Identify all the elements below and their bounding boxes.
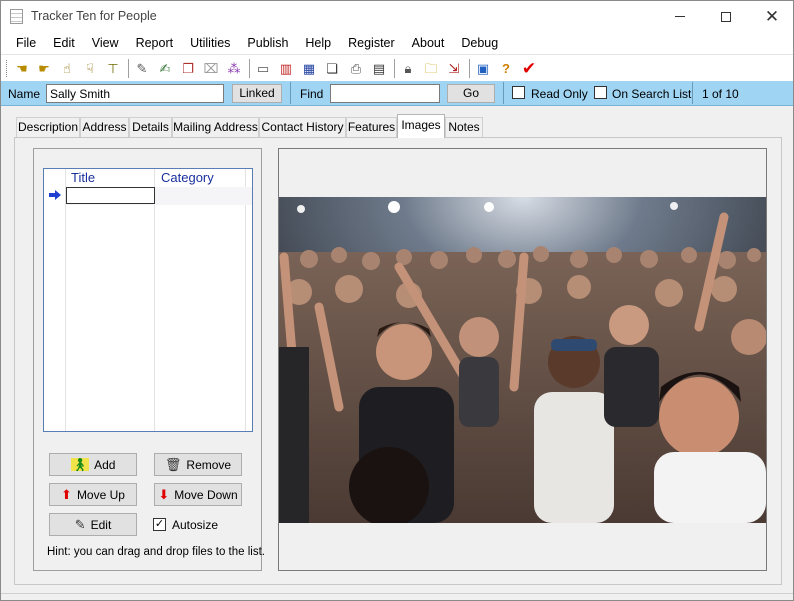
linked-button[interactable]: Linked (232, 84, 282, 103)
name-label: Name (8, 87, 41, 101)
menu-view[interactable]: View (84, 32, 128, 54)
lock-icon[interactable]: 🔒︎ (399, 60, 417, 77)
column-header-category[interactable]: Category (161, 170, 214, 185)
title-bar: Tracker Ten for People ✕ (1, 1, 793, 32)
delete-record-icon[interactable]: ⌧ (202, 60, 220, 77)
record-position: 1 of 10 (702, 87, 739, 101)
grid-header: Title Category (44, 169, 252, 187)
image-list-grid[interactable]: Title Category (43, 168, 253, 432)
menu-bar: File Edit View Report Utilities Publish … (1, 32, 793, 54)
app-notebook-icon (10, 9, 23, 24)
find-input[interactable] (330, 84, 440, 103)
form-icon[interactable]: ✍ (156, 60, 174, 77)
calculator-icon[interactable]: ▣ (474, 60, 492, 77)
hand-up-icon[interactable]: ☝ (58, 60, 76, 77)
print-icon[interactable]: ▤ (370, 60, 388, 77)
drag-drop-hint: Hint: you can drag and drop files to the… (47, 546, 265, 558)
crowd-photo[interactable] (279, 197, 766, 523)
tab-contact-history[interactable]: Contact History (259, 117, 346, 137)
menu-register[interactable]: Register (340, 32, 404, 54)
go-button[interactable]: Go (447, 84, 495, 103)
autosize-label: Autosize (172, 518, 219, 532)
tab-address[interactable]: Address (80, 117, 129, 137)
stamp-icon[interactable]: ⊤ (104, 60, 122, 77)
on-search-list-checkbox[interactable] (594, 86, 607, 99)
close-icon: ✕ (764, 7, 780, 26)
read-only-label: Read Only (531, 87, 588, 101)
title-cell-editor[interactable] (66, 187, 155, 204)
pointing-hand-right-icon[interactable]: ☛ (35, 60, 53, 77)
app-window: Tracker Ten for People ✕ File Edit View … (0, 0, 794, 601)
toolbar-grip[interactable] (6, 60, 9, 77)
menu-utilities[interactable]: Utilities (182, 32, 239, 54)
pages-icon[interactable]: ❏ (323, 60, 341, 77)
copy-record-icon[interactable]: ❐ (179, 60, 197, 77)
remove-button[interactable]: 🗑︎ Remove (154, 453, 242, 476)
column-header-title[interactable]: Title (71, 170, 95, 185)
menu-debug[interactable]: Debug (453, 32, 507, 54)
open-folder-icon[interactable]: ▭ (254, 60, 272, 77)
export-icon[interactable]: ⇲ (445, 60, 463, 77)
check-icon[interactable]: ✔ (520, 60, 538, 77)
table-view-icon[interactable]: ▦ (300, 60, 318, 77)
folder-icon[interactable]: 🗀 (422, 60, 440, 77)
menu-edit[interactable]: Edit (45, 32, 84, 54)
arrow-up-icon: ⬆ (61, 487, 72, 502)
minimize-button[interactable] (657, 1, 703, 32)
tab-mailing-address[interactable]: Mailing Address (172, 117, 259, 137)
trash-icon: 🗑︎ (164, 457, 182, 472)
tab-details[interactable]: Details (129, 117, 172, 137)
maximize-icon (721, 11, 731, 22)
search-bar: Name Linked Find Go Read Only On Search … (1, 81, 793, 106)
edit-page-icon[interactable]: ✎ (133, 60, 151, 77)
menu-file[interactable]: File (8, 32, 45, 54)
edit-button[interactable]: ✎ Edit (49, 513, 137, 536)
toolbar: ☚ ☛ ☝ ☟ ⊤ ✎ ✍ ❐ ⌧ ⁂ ▭ ▥ ▦ ❏ ⎙ ▤ 🔒︎ 🗀 ⇲ ▣… (1, 54, 793, 81)
close-button[interactable]: ✕ (749, 1, 793, 32)
menu-about[interactable]: About (404, 32, 454, 54)
pointing-hand-left-icon[interactable]: ☚ (13, 60, 31, 77)
menu-help[interactable]: Help (297, 32, 340, 54)
move-up-button[interactable]: ⬆ Move Up (49, 483, 137, 506)
edit-page-icon: ✎ (74, 517, 86, 532)
tab-features[interactable]: Features (346, 117, 397, 137)
menu-report[interactable]: Report (128, 32, 183, 54)
walking-figure-icon: 🚶︎ (70, 457, 90, 472)
current-row-arrow-icon (49, 190, 61, 200)
on-search-list-label: On Search List (612, 87, 692, 101)
read-only-checkbox[interactable] (512, 86, 525, 99)
tab-images[interactable]: Images (397, 114, 445, 138)
maximize-button[interactable] (703, 1, 749, 32)
tab-description[interactable]: Description (16, 117, 80, 137)
help-icon[interactable]: ? (497, 60, 515, 77)
sort-icon[interactable]: ⁂ (225, 60, 243, 77)
minimize-icon (675, 16, 685, 17)
find-label: Find (300, 87, 324, 101)
status-bar (1, 593, 793, 594)
menu-publish[interactable]: Publish (239, 32, 297, 54)
hand-down-icon[interactable]: ☟ (81, 60, 99, 77)
report-chart-icon[interactable]: ▥ (277, 60, 295, 77)
arrow-down-icon: ⬇ (158, 487, 170, 502)
print-icon[interactable]: ⎙ (347, 60, 365, 77)
tab-notes[interactable]: Notes (445, 117, 483, 137)
add-button[interactable]: 🚶︎ Add (49, 453, 137, 476)
window-title: Tracker Ten for People (31, 9, 157, 23)
autosize-checkbox[interactable]: ✓ (153, 518, 166, 531)
name-input[interactable] (46, 84, 224, 103)
crowd-photo-image (279, 197, 766, 523)
move-down-button[interactable]: ⬇ Move Down (154, 483, 242, 506)
